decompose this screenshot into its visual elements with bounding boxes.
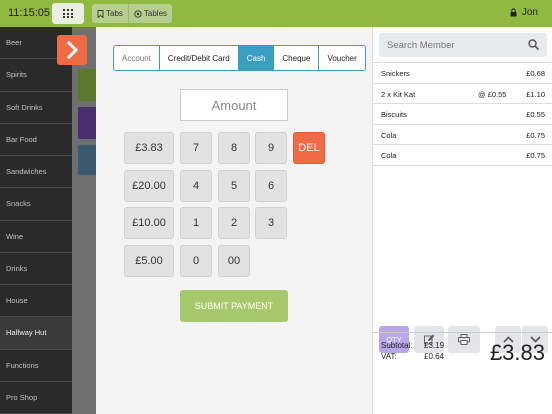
product-tile bbox=[78, 107, 96, 139]
product-grid-overlay bbox=[72, 27, 96, 414]
category-label: Functions bbox=[6, 360, 39, 370]
category-pro-shop[interactable]: Pro Shop bbox=[0, 382, 72, 414]
quick-amount-20[interactable]: £20.00 bbox=[124, 170, 174, 202]
item-price: £1.10 bbox=[526, 89, 545, 99]
payment-panel: Account Credit/Debit Card Cash Cheque Vo… bbox=[96, 27, 372, 414]
order-line[interactable]: Cola £0.75 bbox=[373, 125, 552, 145]
product-tile bbox=[78, 145, 96, 175]
category-functions[interactable]: Functions bbox=[0, 350, 72, 382]
search-member-input[interactable] bbox=[387, 38, 517, 52]
bookmark-icon bbox=[97, 9, 104, 18]
subtotal-value: £3.19 bbox=[424, 341, 445, 350]
item-price: £0.75 bbox=[526, 151, 545, 160]
method-voucher[interactable]: Voucher bbox=[319, 46, 364, 70]
order-line[interactable]: Cola £0.75 bbox=[373, 145, 552, 166]
category-bar-food[interactable]: Bar Food bbox=[0, 124, 72, 156]
key-8[interactable]: 8 bbox=[218, 132, 250, 164]
tables-label: Tables bbox=[143, 9, 168, 18]
clock: 11:15:05 bbox=[8, 7, 51, 19]
amount-input[interactable]: Amount bbox=[180, 89, 288, 121]
category-sidebar: Beer Spirits Soft Drinks Bar Food Sandwi… bbox=[0, 27, 72, 414]
user-menu[interactable]: Jon bbox=[510, 7, 538, 18]
key-2[interactable]: 2 bbox=[218, 207, 250, 239]
category-label: House bbox=[6, 296, 28, 306]
key-3[interactable]: 3 bbox=[255, 207, 287, 239]
category-soft-drinks[interactable]: Soft Drinks bbox=[0, 92, 72, 124]
key-5[interactable]: 5 bbox=[218, 170, 250, 202]
vat-label: VAT: bbox=[381, 352, 397, 361]
tabs-label: Tabs bbox=[106, 9, 123, 18]
order-totals: Subtotal: £3.19 VAT: £0.64 £3.83 bbox=[373, 332, 552, 414]
item-price: £0.68 bbox=[526, 69, 545, 78]
tabs-button[interactable]: Tabs bbox=[92, 4, 128, 23]
key-7[interactable]: 7 bbox=[180, 132, 212, 164]
subtotal-label: Subtotal: bbox=[381, 341, 413, 350]
category-snacks[interactable]: Snacks bbox=[0, 188, 72, 221]
submit-payment-button[interactable]: SUBMIT PAYMENT bbox=[180, 290, 288, 322]
expand-button[interactable] bbox=[57, 35, 87, 65]
grid-menu-button[interactable] bbox=[52, 3, 84, 24]
category-label: Spirits bbox=[6, 70, 27, 80]
chevron-right-icon bbox=[66, 40, 79, 60]
item-price: £0.55 bbox=[526, 110, 545, 119]
payment-method-selector: Account Credit/Debit Card Cash Cheque Vo… bbox=[113, 45, 366, 71]
category-label: Sandwiches bbox=[6, 167, 47, 177]
tables-button[interactable]: Tables bbox=[127, 4, 172, 23]
order-lines: Snickers £0.68 2 x Kit Kat @ £0.55 £1.10… bbox=[373, 62, 552, 166]
item-unit-price: @ £0.55 bbox=[478, 89, 507, 99]
category-wine[interactable]: Wine bbox=[0, 221, 72, 253]
quick-amount-5[interactable]: £5.00 bbox=[124, 245, 174, 277]
key-9[interactable]: 9 bbox=[255, 132, 287, 164]
item-name: Cola bbox=[381, 151, 397, 160]
target-icon bbox=[134, 9, 142, 18]
category-label: Pro Shop bbox=[6, 392, 38, 402]
member-search bbox=[379, 33, 547, 57]
order-line[interactable]: 2 x Kit Kat @ £0.55 £1.10 bbox=[373, 84, 552, 104]
category-label: Beer bbox=[6, 38, 22, 48]
key-0[interactable]: 0 bbox=[180, 245, 212, 277]
key-00[interactable]: 00 bbox=[218, 245, 250, 277]
user-name: Jon bbox=[521, 7, 538, 18]
category-label: Wine bbox=[6, 231, 24, 241]
order-total: £3.83 bbox=[489, 340, 545, 365]
category-label: Snacks bbox=[6, 199, 31, 209]
method-cheque[interactable]: Cheque bbox=[274, 46, 320, 70]
order-panel: Snickers £0.68 2 x Kit Kat @ £0.55 £1.10… bbox=[372, 27, 552, 414]
method-account[interactable]: Account bbox=[114, 46, 160, 70]
category-drinks[interactable]: Drinks bbox=[0, 253, 72, 285]
method-cash[interactable]: Cash bbox=[238, 46, 275, 70]
lock-icon bbox=[510, 8, 517, 17]
top-bar: 11:15:05 Tabs Tables Jon bbox=[0, 0, 552, 27]
order-line[interactable]: Biscuits £0.55 bbox=[373, 104, 552, 125]
quick-amount-exact[interactable]: £3.83 bbox=[124, 132, 174, 164]
method-card[interactable]: Credit/Debit Card bbox=[160, 46, 239, 70]
search-icon[interactable] bbox=[528, 39, 539, 50]
view-toggle: Tabs Tables bbox=[92, 4, 173, 23]
category-house[interactable]: House bbox=[0, 285, 72, 318]
product-tile bbox=[78, 69, 96, 101]
key-4[interactable]: 4 bbox=[180, 170, 212, 202]
category-sandwiches[interactable]: Sandwiches bbox=[0, 156, 72, 189]
delete-button[interactable]: DEL bbox=[293, 132, 325, 164]
quick-amount-10[interactable]: £10.00 bbox=[124, 207, 174, 239]
key-6[interactable]: 6 bbox=[255, 170, 287, 202]
item-price: £0.75 bbox=[526, 130, 545, 140]
category-label: Bar Food bbox=[6, 134, 37, 144]
grid-icon bbox=[63, 9, 73, 18]
item-name: Biscuits bbox=[381, 110, 407, 119]
category-label: Drinks bbox=[6, 263, 28, 273]
item-name: Cola bbox=[381, 130, 397, 140]
item-name: Snickers bbox=[381, 69, 410, 78]
category-label: Halfway Hut bbox=[6, 328, 47, 338]
order-line[interactable]: Snickers £0.68 bbox=[373, 63, 552, 84]
vat-value: £0.64 bbox=[424, 352, 445, 361]
key-1[interactable]: 1 bbox=[180, 207, 212, 239]
item-name: 2 x Kit Kat bbox=[381, 89, 416, 99]
category-label: Soft Drinks bbox=[6, 102, 43, 112]
category-halfway-hut[interactable]: Halfway Hut bbox=[0, 317, 72, 350]
